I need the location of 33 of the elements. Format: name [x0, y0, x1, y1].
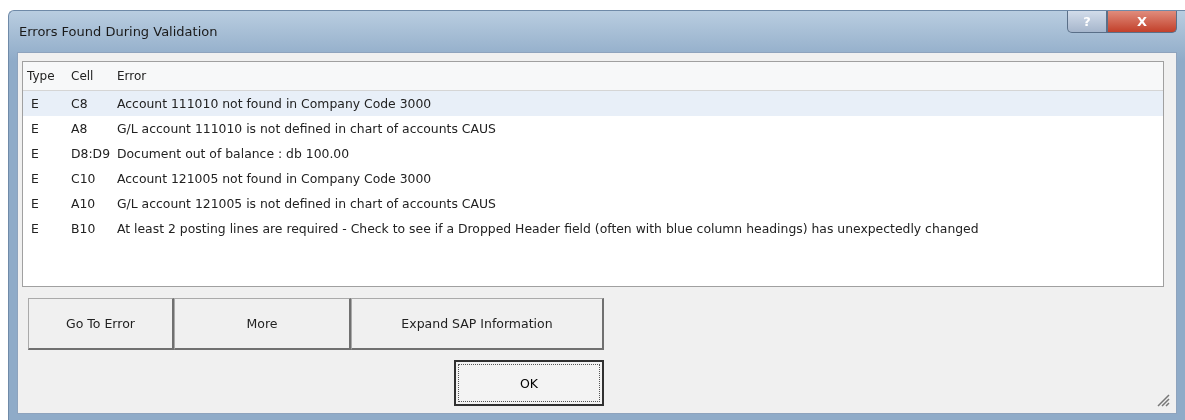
column-header[interactable]: Cell	[71, 69, 117, 83]
error-row[interactable]: E A10 G/L account 121005 is not defined in chart of accounts CAUS	[23, 191, 1163, 216]
error-message: G/L account 121005 is not defined in chart of accounts CAUS	[117, 196, 497, 211]
type-cell-text: E	[30, 171, 40, 186]
type-cell-text: E	[30, 196, 40, 211]
cell-ref: B10	[71, 221, 97, 236]
type-cell-text: E	[30, 96, 40, 111]
type-cell-text: E	[30, 146, 40, 161]
action-button[interactable]: Go To Error	[28, 298, 174, 350]
ok-button[interactable]: OK	[454, 360, 604, 406]
error-message: At least 2 posting lines are required - Check to see if a Dropped Header field (often with blue column headings) has unexpectedly changed	[117, 221, 980, 236]
error-row[interactable]: E D8:D9 Document out of balance : db 100.00	[23, 141, 1163, 166]
cell-ref: D8:D9	[71, 146, 112, 161]
error-row[interactable]: E B10 At least 2 posting lines are required - Check to see if a Dropped Header field (often with blue column headings) has unexpectedly changed	[23, 216, 1163, 241]
action-button[interactable]: Expand SAP Information	[351, 298, 604, 350]
cell-ref: A10	[71, 196, 97, 211]
type-cell-text: E	[30, 121, 40, 136]
close-button[interactable]: X	[1107, 11, 1177, 33]
type-cell-text: E	[30, 221, 40, 236]
column-header[interactable]: Error	[117, 69, 1163, 83]
window-title: Errors Found During Validation	[18, 24, 218, 39]
cell-ref: C10	[71, 171, 97, 186]
column-header[interactable]: Type	[27, 69, 71, 83]
cell-ref: A8	[71, 121, 89, 136]
action-button[interactable]: More	[174, 298, 351, 350]
error-message: Account 121005 not found in Company Code 3000	[117, 171, 433, 186]
error-message: Account 111010 not found in Company Code 3000	[117, 96, 433, 111]
error-row[interactable]: E C10 Account 121005 not found in Company Code 3000	[23, 166, 1163, 191]
cell-ref: C8	[71, 96, 89, 111]
error-row[interactable]: E A8 G/L account 111010 is not defined in chart of accounts CAUS	[23, 116, 1163, 141]
error-row[interactable]: E C8 Account 111010 not found in Company Code 3000	[23, 91, 1163, 116]
error-message: G/L account 111010 is not defined in chart of accounts CAUS	[117, 121, 497, 136]
error-message: Document out of balance : db 100.00	[117, 146, 351, 161]
